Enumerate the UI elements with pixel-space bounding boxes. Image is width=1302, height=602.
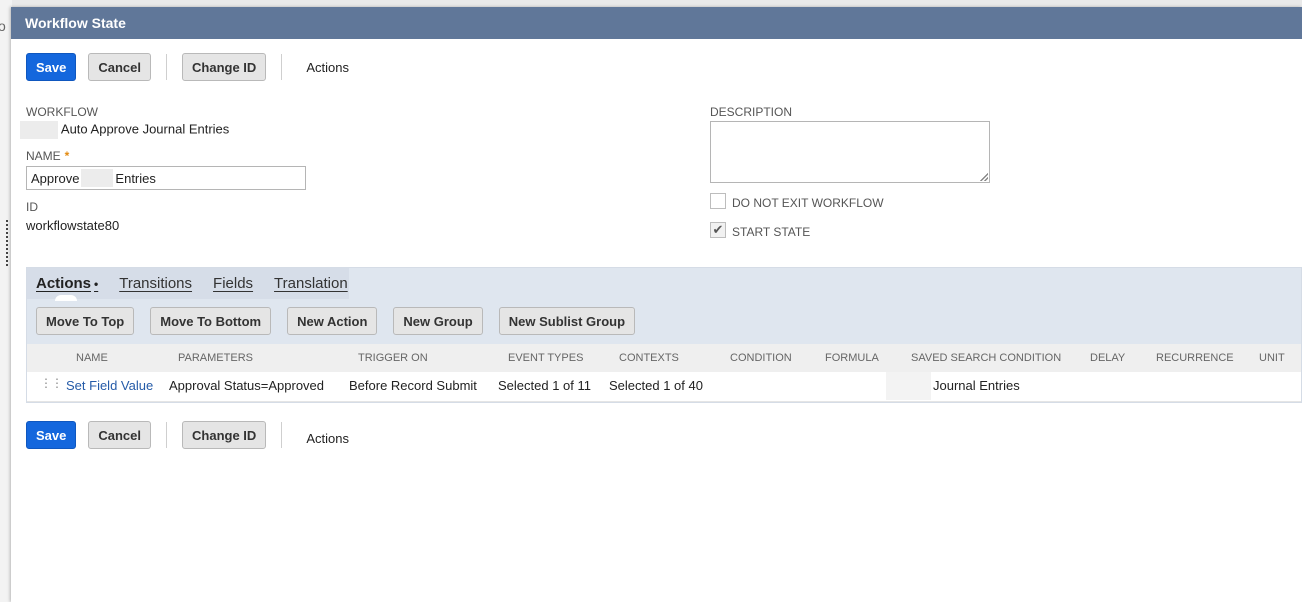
column-unit[interactable]: UNIT bbox=[1259, 352, 1285, 364]
cancel-button[interactable]: Cancel bbox=[88, 421, 152, 449]
new-group-button[interactable]: New Group bbox=[393, 307, 483, 335]
toolbar-divider bbox=[281, 422, 283, 448]
save-button[interactable]: Save bbox=[26, 53, 77, 81]
start-state-label: START STATE bbox=[732, 225, 811, 239]
column-formula[interactable]: FORMULA bbox=[825, 352, 879, 364]
do-not-exit-row: DO NOT EXIT WORKFLOW bbox=[710, 192, 884, 210]
save-button[interactable]: Save bbox=[26, 421, 77, 449]
tab-fields[interactable]: Fields bbox=[213, 275, 253, 292]
column-condition[interactable]: CONDITION bbox=[730, 352, 792, 364]
check-icon: ✔ bbox=[712, 222, 724, 237]
column-contexts[interactable]: CONTEXTS bbox=[619, 352, 679, 364]
do-not-exit-checkbox[interactable] bbox=[710, 193, 726, 209]
row-saved-search-condition: Journal Entries bbox=[933, 378, 1020, 393]
description-textarea[interactable] bbox=[710, 121, 990, 183]
active-tab-marker bbox=[55, 295, 77, 301]
workflow-label: WORKFLOW bbox=[26, 105, 98, 119]
top-toolbar: Save Cancel Change ID Actions bbox=[26, 53, 349, 81]
sublist-buttons: Move To Top Move To Bottom New Action Ne… bbox=[36, 307, 651, 335]
change-id-button[interactable]: Change ID bbox=[182, 53, 267, 81]
row-contexts: Selected 1 of 40 bbox=[609, 378, 703, 393]
row-event-types: Selected 1 of 11 bbox=[498, 378, 591, 393]
name-field[interactable]: Approve Entries bbox=[26, 166, 306, 190]
do-not-exit-label: DO NOT EXIT WORKFLOW bbox=[732, 196, 884, 210]
new-action-button[interactable]: New Action bbox=[287, 307, 378, 335]
name-field-prefix: Approve bbox=[31, 170, 80, 186]
resize-grip-icon[interactable] bbox=[980, 173, 988, 181]
redacted-block bbox=[81, 169, 114, 187]
drag-handle-icon[interactable]: ⋮⋮ bbox=[40, 377, 63, 389]
description-label: DESCRIPTION bbox=[710, 105, 793, 119]
redacted-block bbox=[20, 121, 58, 139]
column-event-types[interactable]: EVENT TYPES bbox=[508, 352, 583, 364]
required-indicator: * bbox=[64, 149, 70, 163]
change-id-button[interactable]: Change ID bbox=[182, 421, 267, 449]
actions-sublist: Actions • Transitions Fields Translation … bbox=[26, 267, 1302, 403]
workflow-value-row: Auto Approve Journal Entries bbox=[20, 121, 229, 139]
actions-menu[interactable]: Actions bbox=[306, 431, 349, 446]
cancel-button[interactable]: Cancel bbox=[88, 53, 152, 81]
column-delay[interactable]: DELAY bbox=[1090, 352, 1125, 364]
tab-translation[interactable]: Translation bbox=[274, 275, 348, 292]
tab-active-dot: • bbox=[94, 277, 99, 291]
id-label: ID bbox=[26, 200, 38, 214]
id-value: workflowstate80 bbox=[26, 218, 120, 233]
column-parameters[interactable]: PARAMETERS bbox=[178, 352, 253, 364]
workflow-state-dialog: Workflow State Save Cancel Change ID Act… bbox=[11, 7, 1302, 602]
row-parameters: Approval Status=Approved bbox=[169, 378, 325, 393]
background-marker bbox=[6, 220, 8, 266]
tab-actions[interactable]: Actions • bbox=[36, 275, 98, 292]
start-state-checkbox[interactable]: ✔ bbox=[710, 222, 726, 238]
start-state-row: ✔ START STATE bbox=[710, 221, 810, 239]
sublist-tabs: Actions • Transitions Fields Translation bbox=[27, 268, 349, 299]
new-sublist-group-button[interactable]: New Sublist Group bbox=[498, 307, 636, 335]
column-name[interactable]: NAME bbox=[76, 352, 108, 364]
table-header: NAME PARAMETERS TRIGGER ON EVENT TYPES C… bbox=[27, 344, 1301, 372]
column-recurrence[interactable]: RECURRENCE bbox=[1156, 352, 1234, 364]
toolbar-divider bbox=[166, 54, 168, 80]
dialog-title: Workflow State bbox=[11, 7, 1302, 39]
toolbar-divider bbox=[166, 422, 168, 448]
name-field-suffix: Entries bbox=[115, 170, 156, 186]
background-text: o bbox=[0, 18, 6, 34]
row-trigger-on: Before Record Submit bbox=[349, 378, 477, 393]
name-label-text: NAME bbox=[26, 149, 61, 163]
bottom-toolbar: Save Cancel Change ID Actions bbox=[26, 421, 349, 449]
actions-menu[interactable]: Actions bbox=[306, 60, 349, 75]
tab-actions-label: Actions bbox=[36, 275, 92, 292]
tab-transitions[interactable]: Transitions bbox=[119, 275, 192, 292]
name-label: NAME * bbox=[26, 149, 69, 163]
move-to-bottom-button[interactable]: Move To Bottom bbox=[150, 307, 272, 335]
workflow-value[interactable]: Auto Approve Journal Entries bbox=[61, 121, 229, 136]
sublist-header: Actions • Transitions Fields Translation … bbox=[27, 268, 1301, 344]
redacted-block bbox=[886, 372, 931, 400]
column-saved-search-condition[interactable]: SAVED SEARCH CONDITION bbox=[911, 352, 1061, 364]
table-row[interactable]: ⋮⋮ Set Field Value Approval Status=Appro… bbox=[27, 372, 1301, 402]
column-trigger-on[interactable]: TRIGGER ON bbox=[358, 352, 428, 364]
toolbar-divider bbox=[281, 54, 283, 80]
move-to-top-button[interactable]: Move To Top bbox=[36, 307, 135, 335]
row-name-link[interactable]: Set Field Value bbox=[66, 378, 153, 393]
